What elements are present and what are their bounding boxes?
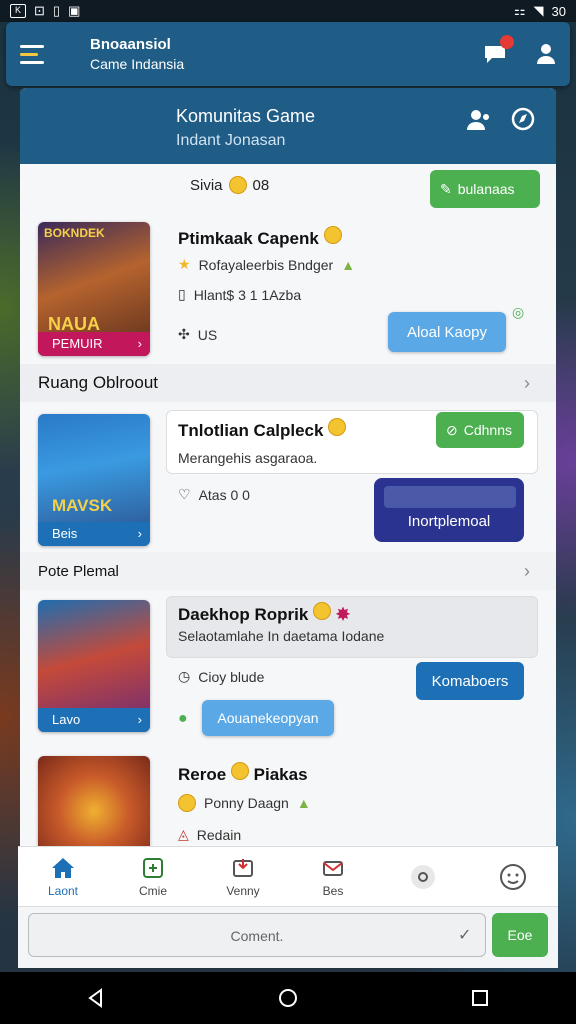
game-thumbnail-3[interactable]: Lavo › [38,600,150,732]
promo-label: Inortplemoal [407,513,491,530]
home-icon [52,857,74,878]
notification-button[interactable] [482,35,514,65]
community-panel: Komunitas Game Indant Jonasan Sivia 08 ✎… [20,88,556,968]
wifi-icon: ◥ [533,3,544,18]
post-line: ◷ Cioy blude [178,668,265,685]
app-bar: Bnoaansiol Came Indansia [6,22,570,86]
nav-home[interactable]: Laont [18,847,108,906]
app-icon-2: ▣ [68,3,81,18]
menu-icon[interactable] [20,34,60,74]
emoji-icon [228,176,247,194]
post-line: Ponny Daagn ▲ [178,794,311,812]
app-subtitle: Came Indansia [90,56,185,72]
emoji-icon [178,794,196,812]
check-icon: ⊘ [446,421,458,438]
post-line: Merangehis asgaraoa. [178,450,318,466]
community-header: Komunitas Game Indant Jonasan [20,88,556,164]
profile-icon [500,863,526,890]
follow-button-label: bulanaas [457,181,515,197]
thumb-caption: PEMUIR › [38,332,150,356]
nav-inbox[interactable]: Venny [198,847,288,906]
tree-icon: ▲ [296,795,311,811]
post-title-2[interactable]: Tnlotlian Calpleck [178,418,347,441]
post-line: ▯ Hlant$ 3 1 1Azba [178,286,302,303]
join-button-1[interactable]: Aloal Kaopy [388,312,506,352]
thumb-top-text: BOKNDEK [44,226,105,240]
game-thumbnail-4[interactable] [38,756,150,856]
heart-icon: ♡ [178,486,191,502]
recents-icon[interactable] [470,988,490,1008]
app-icon: K [10,4,26,18]
profile-status: Sivia 08 [190,176,269,194]
status-bar: K ⊡ ▯ ▣ ⚏ ◥ 30 [0,0,576,22]
user-icon[interactable] [536,43,556,65]
nav-profile[interactable] [468,847,558,906]
promo-panel[interactable]: Inortplemoal [374,478,524,542]
thumb-caption: Lavo › [38,708,150,732]
tag-icon: ◬ [178,826,189,842]
game-thumbnail-1[interactable]: BOKNDEK NAUA PEMUIR › [38,222,150,356]
emoji-icon [230,762,249,780]
chevron-right-icon: › [524,560,530,581]
emoji-icon [323,226,342,244]
leaf-icon: ● [178,710,188,727]
tree-icon: ▲ [341,256,356,273]
post-title-1[interactable]: Ptimkaak Capenk [178,226,342,249]
game-icon [143,857,163,878]
notification-dot [500,35,514,49]
members-icon[interactable] [466,108,492,132]
game-thumbnail-2[interactable]: MAVSK Beis › [38,414,150,546]
join-button-3[interactable]: Aouanekeopyan [202,700,334,736]
system-nav-bar [0,972,576,1024]
doc-icon: ▯ [178,286,186,302]
emoji-icon [328,418,347,436]
sparkle-icon: ✸ [335,605,351,624]
comment-input[interactable]: Coment. [28,913,486,957]
item-strip [384,486,516,508]
post-title-3[interactable]: Daekhop Roprik ✸ [178,602,350,625]
follow-button[interactable]: ✎ bulanaas [430,170,540,208]
puzzle-icon: ✣ [178,326,190,342]
nav-game[interactable]: Cmie [108,847,198,906]
nav-settings[interactable] [378,847,468,906]
community-subtitle: Indant Jonasan [176,132,286,149]
community-title: Komunitas Game [176,106,316,126]
chevron-right-icon: › [524,372,530,393]
online-icon: ◎ [512,304,525,320]
battery-level: 30 [551,3,566,19]
star-icon: ★ [178,256,191,272]
inbox-icon [233,858,253,877]
section-header-2[interactable]: Pote Plemal › [20,552,556,590]
community-button[interactable]: Komaboers [416,662,524,700]
settings-icon [411,864,435,889]
mail-icon [323,860,343,876]
home-system-icon[interactable] [278,988,298,1008]
post-line: Selaotamlahe In daetama Iodane [178,628,385,644]
nav-mail[interactable]: Bes [288,847,378,906]
pen-icon[interactable]: ✓ [458,925,471,945]
back-icon[interactable] [86,988,106,1008]
profile-name: Sivia [190,176,223,194]
comment-composer: Coment. ✓ Eoe [18,906,558,968]
send-button[interactable]: Eoe [492,913,548,957]
bottom-nav: Laont Cmie Venny Bes [18,846,558,906]
calendar-icon: ▯ [52,3,61,18]
explore-icon[interactable] [510,106,536,132]
post-line: ♡ Atas 0 0 [178,486,250,503]
thumb-mid-text: MAVSK [52,496,113,515]
post-line: ✣ US [178,326,218,343]
signal-icon: ⊡ [34,3,45,18]
status-button-2[interactable]: ⊘ Cdhnns [436,412,524,448]
post-title-4[interactable]: Reroe Piakas [178,762,308,785]
edit-icon: ✎ [440,180,452,197]
app-title: Bnoaansiol [90,36,171,53]
clock-icon: ◷ [178,668,191,684]
emoji-icon [313,602,332,620]
profile-value: 08 [252,176,270,194]
thumb-caption: Beis › [38,522,150,546]
network-icon: ⚏ [513,3,526,18]
post-line: ★ Rofayaleerbis Bndger ▲ [178,256,356,273]
post-line: ◬ Redain [178,826,242,843]
section-header-1[interactable]: Ruang Oblroout › [20,364,556,402]
